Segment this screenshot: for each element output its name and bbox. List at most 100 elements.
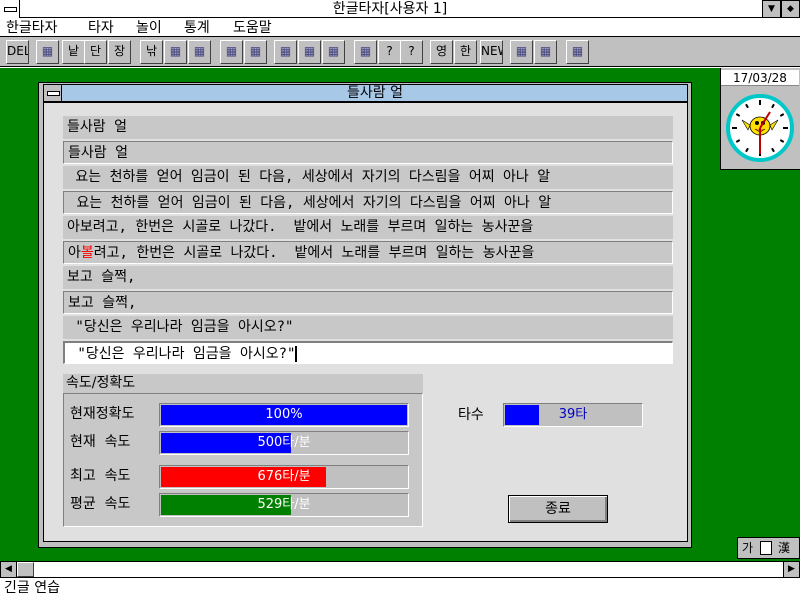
short-text-icon: 단문	[89, 44, 102, 58]
fishing-icon: 낚시	[145, 44, 158, 58]
word-icon: 낱말	[67, 44, 80, 58]
graph-icon: ▦	[303, 44, 316, 58]
keyboard-stat-button[interactable]: ▦	[274, 40, 297, 64]
long-text-button[interactable]: 장문	[108, 40, 131, 64]
menu-typing[interactable]: 타자	[88, 19, 114, 37]
accuracy-bar: 100%	[159, 403, 409, 427]
menu-bar: 한글타자 타자 놀이 통계 도움말	[0, 19, 800, 37]
typed-text: 려고, 한번은 시골로 나갔다. 밭에서 노래를 부르며 일하는 농사꾼을	[93, 245, 535, 261]
text-caret	[295, 346, 298, 362]
replay-icon: ▦	[359, 44, 372, 58]
horizontal-scrollbar[interactable]	[0, 561, 800, 578]
kor-eng-button[interactable]: 영한	[430, 40, 453, 64]
clock-face-icon	[726, 94, 794, 162]
clock-date: 17/03/28	[721, 70, 799, 86]
source-line: 요는 천하를 얻어 임금이 된 다음, 세상에서 자기의 다스림을 어찌 아나 …	[63, 166, 673, 189]
source-line: "당신은 우리나라 임금을 아시오?"	[63, 316, 673, 339]
long-text-icon: 장문	[113, 44, 126, 58]
del-ins-toggle-button[interactable]: DEL INS	[6, 40, 29, 64]
keystroke-value: 39타	[558, 407, 588, 422]
avg-speed-value: 529타/분	[257, 497, 311, 512]
key-practice-button[interactable]: ▦	[36, 40, 59, 64]
question-icon: ?	[386, 44, 393, 58]
del-ins-icon: DEL INS	[7, 44, 29, 58]
current-speed-bar: 500타/분	[159, 431, 409, 455]
exit-door-button[interactable]: ▦	[566, 40, 589, 64]
stat-icon: ▦	[327, 44, 340, 58]
keyboard-icon: ▦	[279, 44, 292, 58]
menu-game[interactable]: 놀이	[136, 19, 162, 37]
door-icon: ▦	[571, 44, 584, 58]
typing-input[interactable]: "당신은 우리나라 임금을 아시오?"	[63, 341, 673, 364]
game2-button[interactable]: ▦	[164, 40, 187, 64]
minimize-button[interactable]: ▼	[762, 0, 781, 18]
game-icon: ▦	[169, 44, 182, 58]
current-speed-value: 500타/분	[257, 435, 311, 450]
new-icon: NEW 영	[481, 44, 502, 58]
word-practice-button[interactable]: 낱말	[62, 40, 85, 64]
arrow-left-icon: ◀	[5, 564, 12, 574]
scroll-right-button[interactable]: ▶	[783, 561, 800, 578]
menu-help[interactable]: 도움말	[233, 19, 272, 37]
fishing-game-button[interactable]: 낚시	[140, 40, 163, 64]
kor-eng-icon: 영한	[435, 44, 448, 58]
max-speed-value: 676타/분	[257, 469, 311, 484]
practice-window-system-button[interactable]	[44, 85, 62, 101]
keyboard-icon: ▦	[41, 44, 54, 58]
music-icon: ▦	[515, 44, 528, 58]
restore-icon: ◆	[787, 4, 794, 14]
han-eng-icon: 한영	[459, 44, 472, 58]
app-title: 한글타자[사용자 1]	[332, 1, 448, 17]
mute-icon: ▦	[539, 44, 552, 58]
rain-button[interactable]: ▦	[244, 40, 267, 64]
practice-window-title: 들사람 얼	[347, 85, 403, 101]
scroll-left-button[interactable]: ◀	[0, 561, 17, 578]
end-button[interactable]: 종료	[508, 495, 608, 523]
question-icon: ?	[408, 44, 415, 58]
replay-button[interactable]: ▦	[354, 40, 377, 64]
new-eng-button[interactable]: NEW 영	[480, 40, 503, 64]
stat-button[interactable]: ▦	[322, 40, 345, 64]
short-text-button[interactable]: 단문	[84, 40, 107, 64]
han-eng-button[interactable]: 한영	[454, 40, 477, 64]
drop-icon: ▦	[249, 44, 262, 58]
music-button[interactable]: ▦	[510, 40, 533, 64]
maximize-button[interactable]: ◆	[781, 0, 800, 18]
graph-button[interactable]: ▦	[298, 40, 321, 64]
menu-hangul-typing[interactable]: 한글타자	[6, 19, 58, 37]
hanja-mode-label: 漢	[778, 541, 791, 555]
keystroke-bar: 39타	[503, 403, 643, 427]
menu-statistics[interactable]: 통계	[184, 19, 210, 37]
scroll-thumb[interactable]	[17, 562, 34, 577]
fullwidth-toggle-icon	[760, 541, 772, 555]
avg-speed-bar: 529타/분	[159, 493, 409, 517]
mute-button[interactable]: ▦	[534, 40, 557, 64]
ime-indicator[interactable]: 가 漢	[737, 537, 800, 559]
typed-line: 아볼려고, 한번은 시골로 나갔다. 밭에서 노래를 부르며 일하는 농사꾼을	[63, 241, 673, 264]
game3-button[interactable]: ▦	[188, 40, 211, 64]
hangul-mode-label: 가	[742, 541, 754, 555]
target-button[interactable]: ▦	[220, 40, 243, 64]
accuracy-label: 현재정확도	[70, 406, 135, 422]
context-help-button[interactable]: ?	[400, 40, 423, 64]
typed-text: 아	[68, 245, 81, 261]
avg-speed-label: 평균 속도	[70, 496, 131, 512]
source-line: 아보려고, 한번은 시골로 나갔다. 밭에서 노래를 부르며 일하는 농사꾼을	[63, 216, 673, 239]
max-speed-bar: 676타/분	[159, 465, 409, 489]
typed-line: 들사람 얼	[63, 141, 673, 164]
max-speed-label: 최고 속도	[70, 468, 131, 484]
arrow-right-icon: ▶	[788, 564, 795, 574]
source-line: 들사람 얼	[63, 116, 673, 139]
minimize-icon: ▼	[768, 4, 775, 14]
speed-accuracy-title: 속도/정확도	[63, 374, 423, 393]
keystroke-label: 타수	[458, 407, 484, 423]
accuracy-value: 100%	[265, 407, 303, 422]
typo-char: 볼	[80, 245, 94, 261]
system-menu-button[interactable]	[0, 0, 20, 18]
status-bar: 긴글 연습	[0, 578, 800, 600]
target-icon: ▦	[225, 44, 238, 58]
typed-line: 요는 천하를 얻어 임금이 된 다음, 세상에서 자기의 다스림을 어찌 아나 …	[63, 191, 673, 214]
help-button[interactable]: ?	[378, 40, 401, 64]
typed-line: 보고 슬쩍,	[63, 291, 673, 314]
typed-text: "당신은 우리나라 임금을 아시오?"	[69, 346, 296, 362]
